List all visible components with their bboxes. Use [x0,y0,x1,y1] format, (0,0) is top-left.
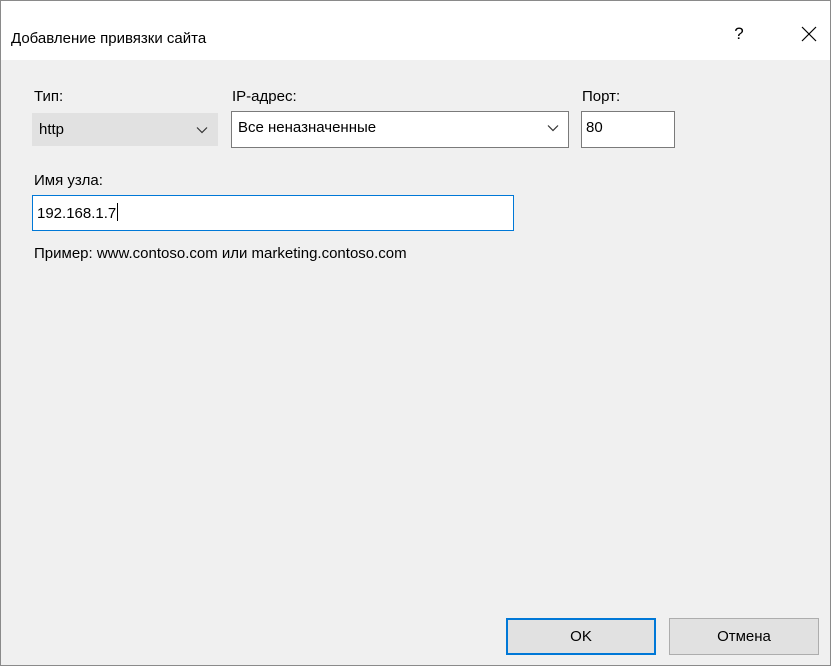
add-site-binding-dialog: Добавление привязки сайта ? Тип: http IP… [0,0,831,666]
chevron-down-icon [547,125,559,132]
host-name-input-value: 192.168.1.7 [37,203,119,222]
cancel-button[interactable]: Отмена [669,618,819,655]
type-select-value: http [39,121,65,138]
host-name-example: Пример: www.contoso.com или marketing.co… [34,245,407,262]
ip-address-select[interactable]: Все неназначенные [231,111,569,148]
port-label: Порт: [582,88,621,105]
type-label: Тип: [34,88,64,105]
chevron-down-icon [196,127,208,134]
close-button[interactable] [792,19,826,49]
ip-address-label: IP-адрес: [232,88,297,105]
host-name-label: Имя узла: [34,172,103,189]
dialog-title: Добавление привязки сайта [11,30,207,47]
ip-address-select-value: Все неназначенные [238,119,377,136]
ok-button[interactable]: OK [506,618,656,655]
host-name-input[interactable]: 192.168.1.7 [32,195,514,231]
help-button[interactable]: ? [722,19,756,49]
port-input[interactable]: 80 [581,111,675,148]
title-bar: Добавление привязки сайта ? [1,1,830,60]
type-select[interactable]: http [32,113,218,146]
port-input-value: 80 [586,119,603,136]
text-caret [117,203,119,221]
close-icon [801,26,817,42]
